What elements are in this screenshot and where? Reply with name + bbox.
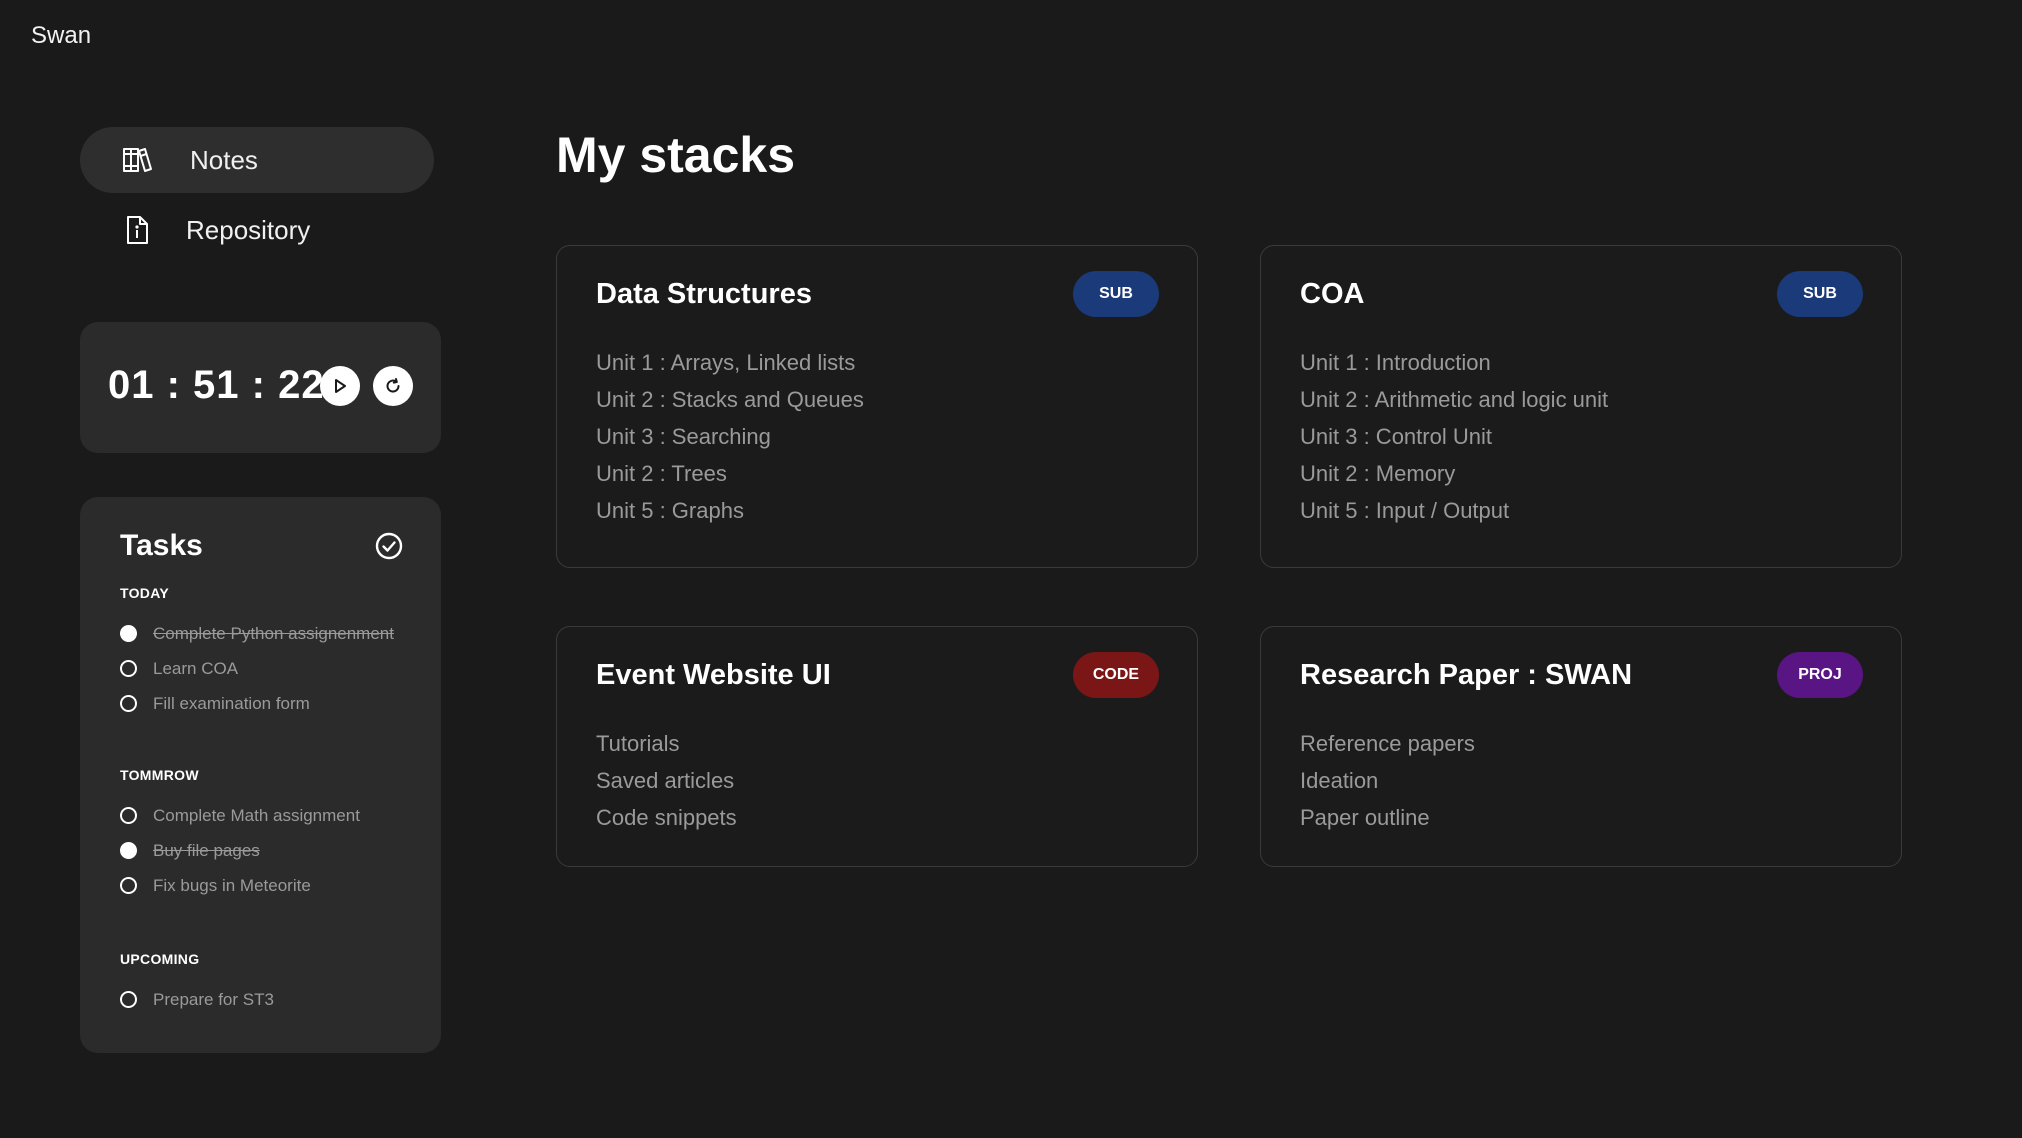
- task-section-tomorrow: TOMMROW Complete Math assignment Buy fil…: [120, 767, 420, 903]
- task-item[interactable]: Buy file pages: [120, 833, 420, 868]
- task-item[interactable]: Complete Python assignenment: [120, 616, 420, 651]
- card-item[interactable]: Unit 5 : Input / Output: [1300, 492, 1608, 529]
- card-title: Event Website UI: [596, 659, 831, 691]
- card-item[interactable]: Unit 1 : Arrays, Linked lists: [596, 344, 864, 381]
- task-text: Fix bugs in Meteorite: [153, 875, 311, 895]
- card-item[interactable]: Reference papers: [1300, 725, 1475, 762]
- card-item[interactable]: Code snippets: [596, 799, 737, 836]
- card-item[interactable]: Unit 3 : Searching: [596, 418, 864, 455]
- task-item[interactable]: Fix bugs in Meteorite: [120, 868, 420, 903]
- card-title: COA: [1300, 278, 1365, 310]
- task-item[interactable]: Complete Math assignment: [120, 798, 420, 833]
- task-checkbox[interactable]: [120, 660, 137, 677]
- task-checkbox[interactable]: [120, 807, 137, 824]
- sidebar-item-notes[interactable]: Notes: [80, 127, 434, 193]
- card-item[interactable]: Unit 3 : Control Unit: [1300, 418, 1608, 455]
- card-item[interactable]: Paper outline: [1300, 799, 1475, 836]
- sidebar-item-label: Notes: [190, 144, 258, 175]
- app-brand: Swan: [31, 22, 92, 49]
- task-item[interactable]: Fill examination form: [120, 686, 420, 721]
- play-button[interactable]: [320, 366, 360, 406]
- card-badge: SUB: [1777, 271, 1863, 317]
- task-text: Complete Math assignment: [153, 805, 360, 825]
- task-text: Fill examination form: [153, 693, 310, 713]
- task-text: Prepare for ST3: [153, 989, 274, 1009]
- task-section-label: TODAY: [120, 585, 169, 601]
- card-item[interactable]: Saved articles: [596, 762, 737, 799]
- card-badge: PROJ: [1777, 652, 1863, 698]
- card-item[interactable]: Unit 2 : Trees: [596, 455, 864, 492]
- sidebar-item-label: Repository: [186, 214, 311, 245]
- stack-card-coa[interactable]: COA SUB Unit 1 : Introduction Unit 2 : A…: [1260, 245, 1902, 568]
- card-item-list: Reference papers Ideation Paper outline: [1300, 725, 1475, 836]
- card-item-list: Tutorials Saved articles Code snippets: [596, 725, 737, 836]
- refresh-icon: [386, 378, 400, 393]
- tasks-panel: Tasks TODAY Complete Python assignenment…: [80, 497, 441, 1053]
- task-item[interactable]: Learn COA: [120, 651, 420, 686]
- task-checkbox[interactable]: [120, 842, 137, 859]
- card-item[interactable]: Unit 2 : Memory: [1300, 455, 1608, 492]
- task-item[interactable]: Prepare for ST3: [120, 982, 420, 1017]
- card-title: Data Structures: [596, 278, 812, 310]
- task-checkbox[interactable]: [120, 625, 137, 642]
- task-checkbox[interactable]: [120, 877, 137, 894]
- task-section-label: UPCOMING: [120, 951, 200, 967]
- card-item-list: Unit 1 : Introduction Unit 2 : Arithmeti…: [1300, 344, 1608, 529]
- task-text: Complete Python assignenment: [153, 623, 394, 643]
- card-badge: SUB: [1073, 271, 1159, 317]
- page-title: My stacks: [556, 127, 796, 183]
- task-section-upcoming: UPCOMING Prepare for ST3: [120, 951, 420, 1017]
- card-item[interactable]: Unit 2 : Arithmetic and logic unit: [1300, 381, 1608, 418]
- task-checkbox[interactable]: [120, 991, 137, 1008]
- stack-card-data-structures[interactable]: Data Structures SUB Unit 1 : Arrays, Lin…: [556, 245, 1198, 568]
- books-icon: [123, 148, 152, 172]
- stack-card-research-paper[interactable]: Research Paper : SWAN PROJ Reference pap…: [1260, 626, 1902, 867]
- sidebar-item-repository[interactable]: Repository: [80, 197, 434, 263]
- file-icon: [127, 216, 148, 244]
- card-item[interactable]: Ideation: [1300, 762, 1475, 799]
- task-text: Buy file pages: [153, 840, 260, 860]
- card-item[interactable]: Unit 5 : Graphs: [596, 492, 864, 529]
- tasks-title: Tasks: [120, 529, 203, 562]
- task-section-today: TODAY Complete Python assignenment Learn…: [120, 585, 420, 721]
- card-item[interactable]: Tutorials: [596, 725, 737, 762]
- card-item-list: Unit 1 : Arrays, Linked lists Unit 2 : S…: [596, 344, 864, 529]
- card-badge: CODE: [1073, 652, 1159, 698]
- card-title: Research Paper : SWAN: [1300, 659, 1633, 691]
- reset-button[interactable]: [373, 366, 413, 406]
- card-item[interactable]: Unit 1 : Introduction: [1300, 344, 1608, 381]
- task-text: Learn COA: [153, 658, 239, 678]
- task-section-label: TOMMROW: [120, 767, 199, 783]
- stack-card-event-website-ui[interactable]: Event Website UI CODE Tutorials Saved ar…: [556, 626, 1198, 867]
- check-circle-icon[interactable]: [374, 531, 404, 561]
- play-icon: [335, 379, 346, 393]
- timer-widget: 01 : 51 : 22: [80, 322, 441, 453]
- card-item[interactable]: Unit 2 : Stacks and Queues: [596, 381, 864, 418]
- task-checkbox[interactable]: [120, 695, 137, 712]
- timer-display: 01 : 51 : 22: [108, 363, 325, 407]
